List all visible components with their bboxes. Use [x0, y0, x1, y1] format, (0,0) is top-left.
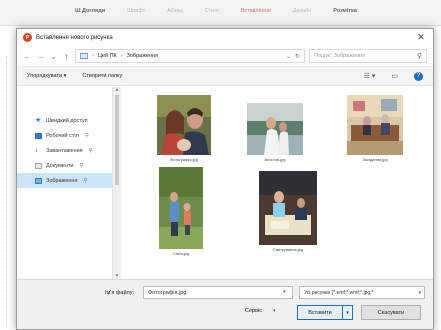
pictures-icon	[35, 177, 42, 184]
file-caption: Святкування.jpg	[272, 247, 304, 252]
scroll-up-icon[interactable]: ▲	[114, 87, 120, 93]
quick-access-icon: ★	[35, 116, 42, 124]
new-folder-button[interactable]: Створити папку	[82, 73, 122, 79]
file-type-select[interactable]: Усі рисунки (*.emf;*.wmf;*.jpg;* ▾	[299, 286, 425, 299]
navigation-pane: ★ Швидкий доступ Робочий стіл ⚲ ↓ Завантаженн…	[17, 87, 113, 279]
recent-chevron-icon[interactable]: ⌄	[49, 52, 58, 61]
sidebar-item-downloads[interactable]: ↓ Завантаження ⚲	[17, 143, 112, 158]
insert-button-label[interactable]: Вставити	[298, 306, 342, 319]
downloads-icon: ↓	[35, 146, 39, 154]
sidebar-item-label: Зображення	[46, 177, 78, 184]
sidebar-item-quick-access[interactable]: ★ Швидкий доступ	[17, 113, 112, 128]
insert-dropdown-icon[interactable]: ▾	[342, 306, 352, 319]
computer-icon	[80, 53, 88, 59]
chevron-down-icon[interactable]: ▾	[283, 289, 286, 295]
sidebar-item-documents[interactable]: Документи ⚲	[17, 158, 112, 173]
navigation-bar: ← → ⌄ ↑ › Цей ПК › Зображення ⌄ ↻ Пошук:…	[17, 46, 433, 66]
search-input[interactable]: Пошук: Зображення ⚲	[309, 49, 427, 63]
powerpoint-icon: P	[23, 33, 32, 42]
dialog-title: Вставлення нового рисунка	[36, 34, 113, 41]
close-icon[interactable]: ✕	[415, 32, 427, 43]
bottom-panel: Ім'я файлу: Фотографія.jpg ▾ Усі рисунки…	[17, 279, 433, 329]
documents-icon	[35, 162, 42, 169]
thumbnail-image	[347, 95, 403, 155]
organize-button[interactable]: Упорядкувати ▾	[27, 73, 66, 79]
file-item[interactable]: Засідання.jpg	[347, 95, 403, 162]
command-bar: Упорядкувати ▾ Створити папку ☰ ▾ ▭ ?	[17, 66, 433, 86]
desktop-icon	[35, 132, 42, 139]
search-placeholder: Пошук: Зображення	[314, 53, 366, 59]
scroll-thumb[interactable]	[115, 95, 119, 185]
file-item[interactable]: Весілля.jpg	[247, 103, 303, 162]
pin-icon: ⚲	[88, 147, 93, 154]
sidebar-item-pictures[interactable]: Зображення ⚲	[17, 173, 112, 188]
chevron-down-icon[interactable]: ⌄	[286, 53, 291, 60]
filename-input[interactable]: Фотографія.jpg	[143, 286, 293, 299]
insert-button[interactable]: Вставити ▾	[297, 305, 353, 320]
pin-icon: ⚲	[79, 162, 84, 169]
sidebar-item-label: Завантаження	[46, 147, 83, 154]
title-bar: P Вставлення нового рисунка ✕	[17, 29, 433, 46]
help-icon[interactable]: ?	[414, 71, 423, 81]
pin-icon: ⚲	[83, 177, 88, 184]
sidebar-item-label: Робочий стіл	[46, 132, 79, 139]
view-options-icon[interactable]: ☰ ▾	[364, 72, 376, 80]
filename-label: Ім'я файлу:	[105, 290, 135, 296]
preview-pane-icon[interactable]: ▭	[391, 72, 398, 80]
thumbnail-image	[157, 95, 211, 155]
back-arrow-icon[interactable]: ←	[23, 52, 32, 61]
refresh-icon[interactable]: ↻	[295, 53, 300, 60]
file-caption: Сім'я.jpg	[173, 251, 189, 256]
thumbnail-image	[259, 171, 317, 245]
sidebar-item-label: Швидкий доступ	[46, 117, 88, 124]
file-item[interactable]: Святкування.jpg	[259, 171, 317, 252]
breadcrumb-this-pc[interactable]: Цей ПК	[98, 53, 117, 59]
ribbon-item[interactable]: Шрифт	[127, 8, 145, 25]
tools-button[interactable]: Сервіс	[245, 308, 262, 314]
forward-arrow-icon[interactable]: →	[36, 52, 45, 61]
browser-body: ★ Швидкий доступ Робочий стіл ⚲ ↓ Завантаженн…	[17, 87, 433, 279]
ribbon-item[interactable]: Дизайн	[293, 8, 312, 25]
chevron-down-icon[interactable]: ▾	[273, 308, 276, 314]
ribbon-item[interactable]: Розмітка	[333, 8, 357, 25]
pin-icon: ⚲	[84, 132, 89, 139]
file-caption: Весілля.jpg	[264, 157, 286, 162]
chevron-right-icon: ›	[120, 53, 123, 59]
sidebar-item-desktop[interactable]: Робочий стіл ⚲	[17, 128, 112, 143]
file-item[interactable]: Сім'я.jpg	[159, 167, 203, 256]
margin-guide	[6, 56, 7, 326]
ribbon-item[interactable]: Вставлення	[241, 8, 271, 25]
address-bar[interactable]: › Цей ПК › Зображення ⌄ ↻	[75, 49, 305, 63]
file-type-value: Усі рисунки (*.emf;*.wmf;*.jpg;*	[304, 290, 374, 296]
thumbnail-image	[159, 167, 203, 249]
ribbon-item[interactable]: Стилі	[205, 8, 219, 25]
search-icon: ⚲	[416, 53, 422, 60]
ribbon-item[interactable]: Ш Догляди	[75, 8, 105, 25]
nav-scrollbar[interactable]: ▲ ▼	[113, 87, 121, 279]
sidebar-item-label: Документи	[46, 162, 74, 169]
chevron-right-icon: ›	[92, 53, 94, 59]
file-item[interactable]: Фотографія.jpg	[157, 95, 211, 162]
chevron-down-icon: ▾	[418, 290, 421, 296]
insert-picture-dialog: P Вставлення нового рисунка ✕ ← → ⌄ ↑ › …	[16, 28, 434, 330]
up-arrow-icon[interactable]: ↑	[62, 52, 71, 61]
cancel-button[interactable]: Скасувати	[361, 305, 421, 320]
ribbon: Ш Догляди Шрифт Абзац Стилі Вставлення Д…	[0, 0, 441, 26]
file-caption: Засідання.jpg	[362, 157, 388, 162]
file-list: Фотографія.jpg Весілля.jpg Засідання.jpg…	[123, 87, 433, 279]
ribbon-item[interactable]: Абзац	[167, 8, 182, 25]
file-caption: Фотографія.jpg	[170, 157, 198, 162]
thumbnail-image	[247, 103, 303, 155]
breadcrumb-pictures[interactable]: Зображення	[127, 53, 158, 59]
